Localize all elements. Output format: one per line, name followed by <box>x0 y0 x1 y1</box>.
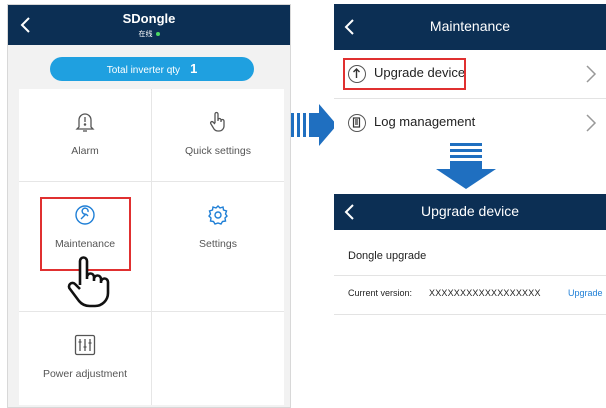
upgrade-header: Upgrade device <box>334 194 606 230</box>
current-version-row: Current version: XXXXXXXXXXXXXXXXXX Upgr… <box>334 276 606 315</box>
grid-divider <box>19 311 284 312</box>
tile-quick-settings[interactable]: Quick settings <box>152 111 284 157</box>
screen-title: Maintenance <box>429 18 511 34</box>
upgrade-link[interactable]: Upgrade <box>568 288 603 298</box>
tile-settings[interactable]: Settings <box>152 204 284 250</box>
document-icon <box>348 114 366 132</box>
current-version-label: Current version: <box>348 288 413 298</box>
status-text: 在线 <box>138 31 153 38</box>
section-label: Dongle upgrade <box>348 250 427 262</box>
upgrade-device-highlight <box>343 58 466 90</box>
flow-arrow-down-icon <box>436 143 496 189</box>
pointing-hand-icon <box>67 256 110 308</box>
maintenance-header: Maintenance <box>334 4 606 50</box>
screen-title: Upgrade device <box>420 203 520 219</box>
menu-item-log-management[interactable]: Log management <box>334 99 606 142</box>
total-inverter-label: Total inverter qty <box>106 65 181 76</box>
tile-label: Power adjustment <box>42 368 128 380</box>
app-title: SDongle <box>122 11 176 26</box>
online-dot-icon <box>155 32 160 37</box>
upgrade-device-screen: Upgrade device Dongle upgrade Current ve… <box>334 194 606 324</box>
grid-divider <box>19 181 284 182</box>
menu-item-label: Log management <box>374 114 476 129</box>
connection-status: 在线 <box>8 29 290 39</box>
total-inverter-pill[interactable]: Total inverter qty 1 <box>50 57 254 81</box>
flow-arrow-right-icon <box>291 104 337 146</box>
tile-label: Quick settings <box>185 145 251 157</box>
section-dongle-upgrade: Dongle upgrade <box>334 237 606 276</box>
sliders-icon <box>74 334 96 356</box>
bell-icon <box>75 113 95 132</box>
current-version-value: XXXXXXXXXXXXXXXXXX <box>429 288 541 298</box>
tile-label: Settings <box>199 238 237 250</box>
tile-power-adjustment[interactable]: Power adjustment <box>19 334 151 380</box>
hand-touch-icon <box>209 111 225 132</box>
tile-label: Alarm <box>71 145 99 157</box>
sdongle-app-screen: SDongle 在线 Total inverter qty 1 Alarm Qui… <box>7 4 291 408</box>
tile-alarm[interactable]: Alarm <box>19 111 151 157</box>
app-header: SDongle 在线 <box>8 5 290 45</box>
chevron-right-icon <box>586 65 597 83</box>
gear-icon <box>208 205 228 225</box>
total-inverter-count: 1 <box>190 61 198 76</box>
chevron-right-icon <box>586 114 597 132</box>
